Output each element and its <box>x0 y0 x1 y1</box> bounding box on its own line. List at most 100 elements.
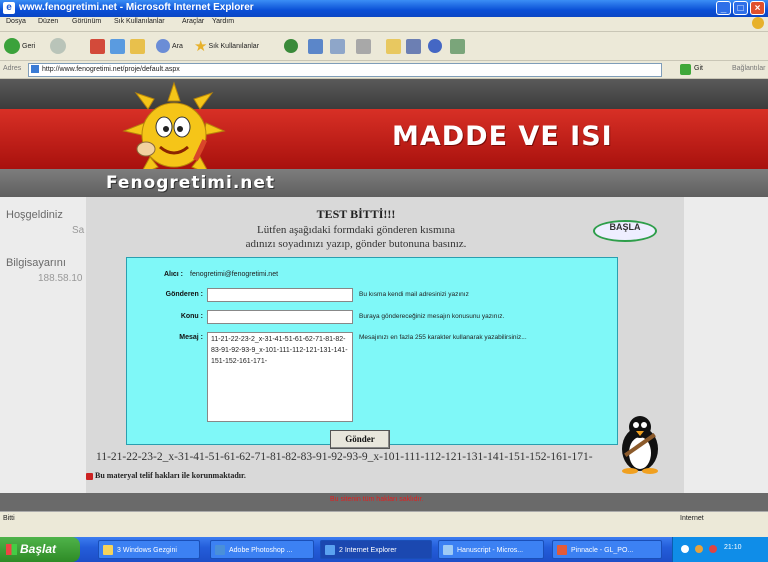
favorites-label: Sık Kullanılanlar <box>208 42 260 50</box>
sender-input[interactable] <box>207 288 353 302</box>
taskbar-item-pinnacle[interactable]: Pinnacle - GL_PO... <box>552 540 662 559</box>
subject-input[interactable] <box>207 310 353 324</box>
tray-icon[interactable] <box>709 545 717 553</box>
ie-icon: e <box>3 2 15 14</box>
history-button[interactable] <box>308 37 323 55</box>
menu-yardim[interactable]: Yardım <box>212 18 234 25</box>
window-title: www.fenogretimi.net - Microsoft Internet… <box>19 2 254 13</box>
address-input[interactable]: http://www.fenogretimi.net/proje/default… <box>28 63 662 77</box>
banner-title: MADDE VE ISI <box>392 121 613 152</box>
main-content: TEST BİTTİ!!! Lütfen aşağıdaki formdaki … <box>86 197 684 493</box>
zone-label: Internet <box>680 515 704 522</box>
go-button[interactable]: Git <box>694 65 703 72</box>
window-titlebar: e www.fenogretimi.net - Microsoft Intern… <box>0 0 768 17</box>
menu-araclar[interactable]: Araçlar <box>182 18 204 25</box>
taskbar-label: Adobe Photoshop ... <box>229 547 293 554</box>
instruction-line-2: adınızı soyadınızı yazıp, gönder butonun… <box>245 238 467 250</box>
folder-button[interactable] <box>386 37 401 55</box>
photoshop-icon <box>215 545 225 555</box>
address-label: Adres <box>3 65 22 72</box>
refresh-button[interactable] <box>110 37 125 55</box>
media-button[interactable] <box>284 37 298 55</box>
mail-form: Alıcı : fenogretimi@fenogretimi.net Gönd… <box>126 257 618 449</box>
clock[interactable]: 21:10 <box>724 544 742 551</box>
send-button[interactable]: Gönder <box>330 430 390 449</box>
subject-hint: Buraya göndereceğiniz mesajın konusunu y… <box>359 313 505 320</box>
computer-label: Bilgisayarını <box>6 257 66 269</box>
research-button[interactable] <box>406 37 421 55</box>
web-page: MADDE VE ISI Fenogretimi.net Hoşgeldiniz… <box>0 79 768 511</box>
extra-button[interactable] <box>450 37 465 55</box>
menu-bar: Dosya Düzen Görünüm Sık Kullanılanlar Ar… <box>0 17 768 32</box>
message-hint: Mesajınızı en fazla 255 karakter kullana… <box>359 334 527 341</box>
system-tray <box>672 537 768 562</box>
forward-arrow-icon <box>50 38 66 54</box>
back-button[interactable]: Geri <box>4 37 35 55</box>
search-button[interactable]: Ara <box>156 37 183 55</box>
subject-label: Konu : <box>180 313 203 320</box>
folder-icon <box>386 38 401 54</box>
copyright-text: Bu materyal telif hakları ile korunmakta… <box>95 471 246 480</box>
address-bar: Adres http://www.fenogretimi.net/proje/d… <box>0 61 768 79</box>
folder-icon <box>103 545 113 555</box>
back-arrow-icon <box>4 38 20 54</box>
forward-button[interactable] <box>50 37 66 55</box>
sender-hint: Bu kısma kendi mail adresinizi yazınız <box>359 291 469 298</box>
menu-duzen[interactable]: Düzen <box>38 18 58 25</box>
taskbar-label: 2 Internet Explorer <box>339 547 397 554</box>
star-icon: ★ <box>194 38 208 55</box>
research-icon <box>406 38 421 54</box>
message-label: Mesaj : <box>179 334 203 341</box>
windows-flag-icon <box>6 544 17 555</box>
left-sidebar: Hoşgeldiniz Sa Bilgisayarını 188.58.10 <box>0 197 86 497</box>
maximize-button[interactable]: □ <box>733 1 748 15</box>
history-icon <box>308 38 323 54</box>
site-brand: Fenogretimi.net <box>106 173 276 193</box>
toolbar: Geri Ara ★ Sık Kullanılanlar <box>0 32 768 61</box>
taskbar-item-ie[interactable]: 2 Internet Explorer <box>320 540 432 559</box>
taskbar-item-photoshop[interactable]: Adobe Photoshop ... <box>210 540 314 559</box>
menu-favorites[interactable]: Sık Kullanılanlar <box>114 18 165 25</box>
taskbar-item-word[interactable]: Hanuscript - Micros... <box>438 540 544 559</box>
messenger-button[interactable] <box>428 37 442 55</box>
home-button[interactable] <box>130 37 145 55</box>
mail-icon <box>330 38 345 54</box>
taskbar-label: Hanuscript - Micros... <box>457 547 524 554</box>
taskbar-item-explorer[interactable]: 3 Windows Gezgini <box>98 540 200 559</box>
tray-icon[interactable] <box>681 545 689 553</box>
taskbar-label: 3 Windows Gezgini <box>117 547 177 554</box>
print-button[interactable] <box>356 37 371 55</box>
back-label: Geri <box>22 42 36 50</box>
links-label[interactable]: Bağlantılar <box>732 65 765 72</box>
tray-icon[interactable] <box>695 545 703 553</box>
media-icon <box>284 39 298 53</box>
copyright-notice: Bu materyal telif hakları ile korunmakta… <box>86 471 246 480</box>
start-label: Başlat <box>20 542 57 556</box>
menu-dosya[interactable]: Dosya <box>6 18 26 25</box>
home-icon <box>130 38 145 54</box>
stop-button[interactable] <box>90 37 105 55</box>
message-textarea[interactable]: 11-21-22-23-2_x-31-41-51-61-62-71-81-82-… <box>207 332 353 422</box>
menu-gorunum[interactable]: Görünüm <box>72 18 101 25</box>
answer-sequence: 11-21-22-23-2_x-31-41-51-61-62-71-81-82-… <box>96 451 593 463</box>
recipient-label: Alıcı : <box>163 271 183 278</box>
mail-button[interactable] <box>330 37 345 55</box>
address-url: http://www.fenogretimi.net/proje/default… <box>42 66 180 73</box>
close-button[interactable]: × <box>750 1 765 15</box>
welcome-label: Hoşgeldiniz <box>6 209 63 221</box>
top-gray-bar <box>0 79 768 109</box>
go-arrow-icon[interactable] <box>680 64 691 75</box>
page-favicon <box>31 65 39 74</box>
start-button[interactable]: BAŞLA <box>593 220 657 242</box>
test-title: TEST BİTTİ!!! <box>316 207 396 221</box>
welcome-user: Sa <box>72 225 85 236</box>
ie-icon <box>325 545 335 555</box>
recipient-value: fenogretimi@fenogretimi.net <box>190 271 279 278</box>
ip-address: 188.58.10 <box>38 273 83 284</box>
favorites-button[interactable]: ★ Sık Kullanılanlar <box>194 37 259 55</box>
search-icon <box>156 39 170 53</box>
site-footer: Bu sitenin tüm hakları saklıdır. <box>0 493 768 511</box>
stop-icon <box>90 38 105 54</box>
minimize-button[interactable]: _ <box>716 1 731 15</box>
messenger-icon <box>428 39 442 53</box>
